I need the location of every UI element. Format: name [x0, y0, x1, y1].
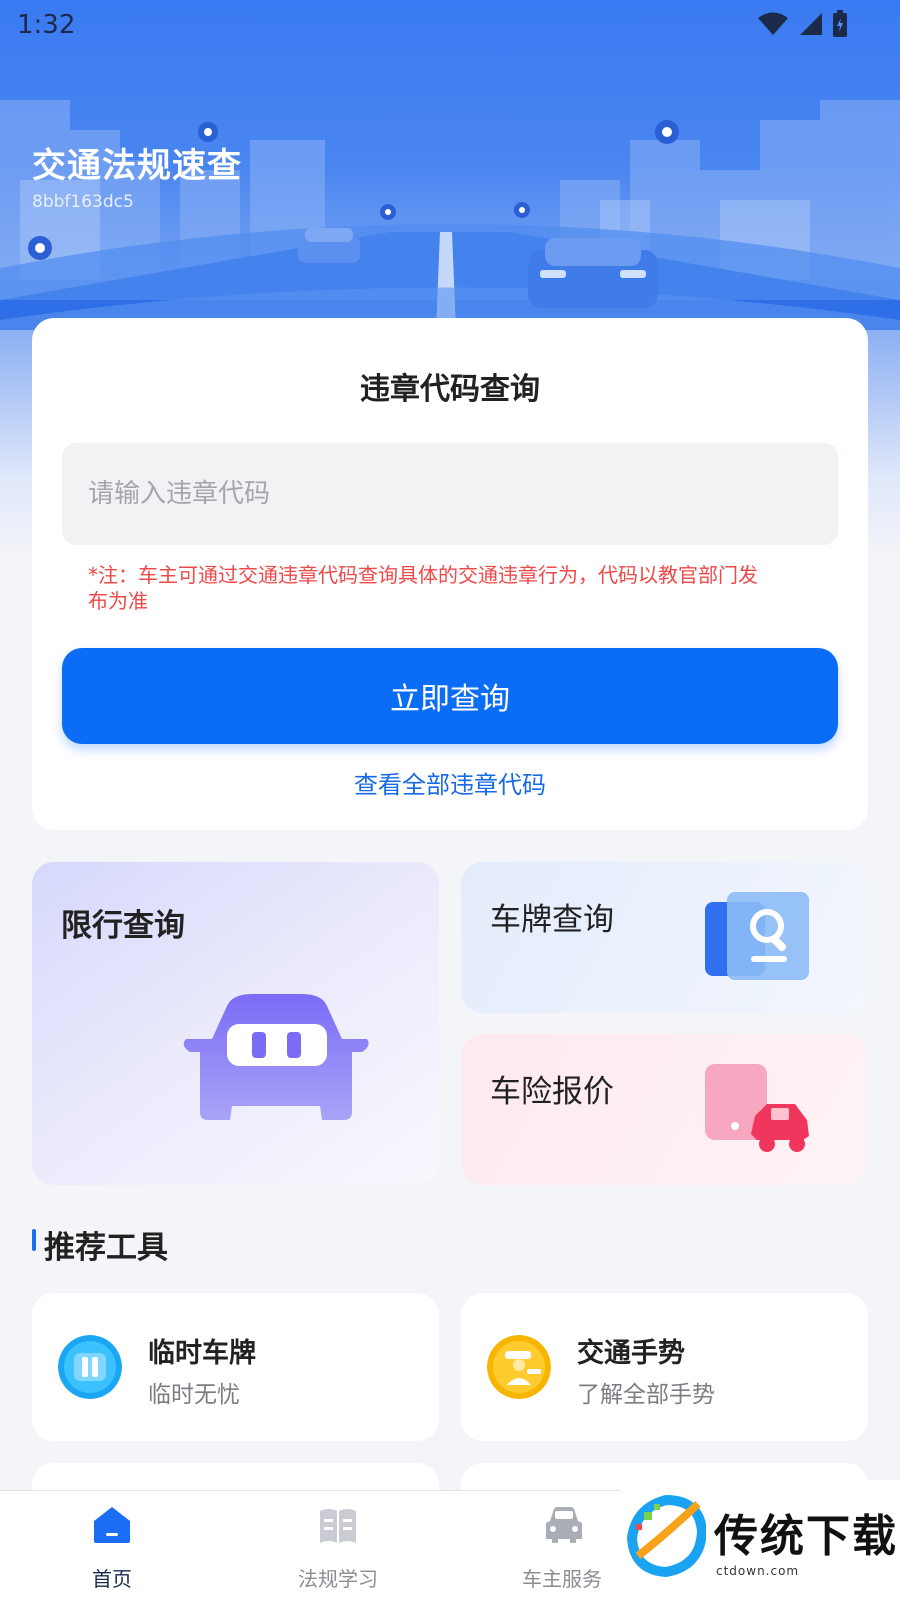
- query-title: 违章代码查询: [360, 372, 540, 407]
- insurance-quote-label: 车险报价: [490, 1074, 614, 1110]
- home-icon: [94, 1507, 130, 1543]
- book-icon: [320, 1509, 356, 1543]
- plate-query-label: 车牌查询: [490, 902, 614, 938]
- battery-icon: [833, 10, 847, 37]
- wifi-icon: [758, 12, 788, 35]
- tool-temporary-plate[interactable]: 临时车牌 临时无忧: [32, 1293, 439, 1441]
- insurance-quote-card[interactable]: 车险报价: [461, 1034, 868, 1185]
- app-subtitle: 8bbf163dc5: [32, 192, 134, 212]
- car-icon: [546, 1507, 582, 1543]
- nav-home-label: 首页: [92, 1567, 132, 1591]
- insurance-car-icon: [705, 1064, 809, 1152]
- plate-search-icon: [705, 892, 809, 980]
- nav-home[interactable]: 首页: [0, 1491, 224, 1600]
- recommend-title: 推荐工具: [44, 1230, 168, 1266]
- watermark-sub: ctdown.com: [716, 1564, 800, 1578]
- car-face-icon: [183, 994, 369, 1120]
- restriction-query-label: 限行查询: [61, 908, 185, 944]
- view-all-codes-link[interactable]: 查看全部违章代码: [32, 765, 868, 800]
- status-time: 1:32: [17, 10, 76, 40]
- signal-icon: [800, 13, 822, 35]
- query-now-button[interactable]: 立即查询: [62, 648, 838, 744]
- tool-name: 交通手势: [577, 1338, 685, 1369]
- violation-code-card: 违章代码查询 *注：车主可通过交通违章代码查询具体的交通违章行为，代码以教官部门…: [32, 318, 868, 830]
- tool-name: 临时车牌: [148, 1338, 256, 1369]
- watermark-icon: [626, 1494, 706, 1578]
- watermark-text: 传统下载: [714, 1511, 898, 1562]
- status-bar: 1:32: [0, 0, 900, 50]
- plate-query-card[interactable]: 车牌查询: [461, 862, 868, 1013]
- watermark-logo: 传统下载 ctdown.com: [620, 1480, 900, 1600]
- section-accent-bar: [32, 1229, 36, 1251]
- tool-desc: 了解全部手势: [577, 1382, 715, 1408]
- restriction-query-card[interactable]: 限行查询: [32, 862, 439, 1185]
- app-title: 交通法规速查: [32, 146, 242, 186]
- query-note: *注：车主可通过交通违章代码查询具体的交通违章行为，代码以教官部门发布为准: [88, 563, 758, 613]
- tool-traffic-gesture[interactable]: 交通手势 了解全部手势: [461, 1293, 868, 1441]
- temporary-plate-icon: [58, 1335, 122, 1399]
- traffic-police-icon: [487, 1335, 551, 1399]
- nav-law-study[interactable]: 法规学习: [226, 1491, 450, 1600]
- tool-desc: 临时无忧: [148, 1382, 240, 1408]
- nav-law-study-label: 法规学习: [298, 1567, 378, 1591]
- violation-code-input[interactable]: [62, 443, 838, 545]
